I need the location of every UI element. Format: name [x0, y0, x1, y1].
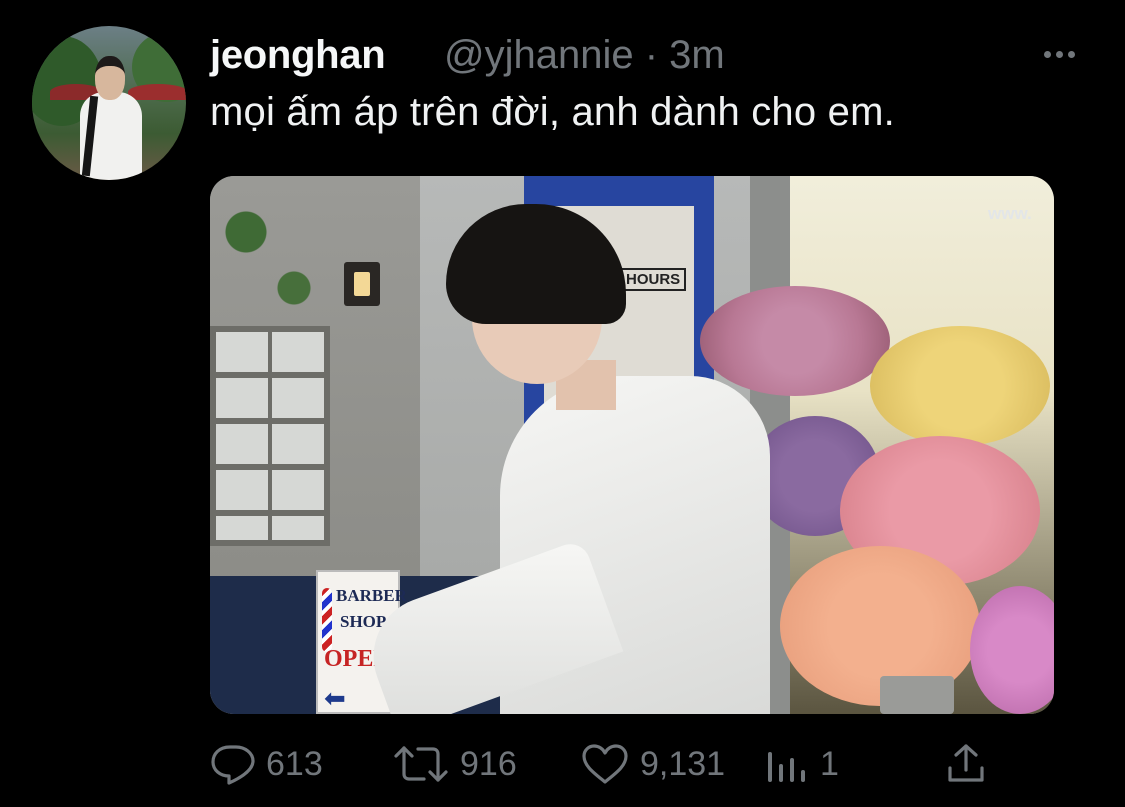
share-button[interactable] — [944, 742, 988, 786]
photo-window — [210, 326, 330, 546]
more-horizontal-icon — [1067, 50, 1075, 58]
photo-hours-sign: HOURS — [620, 268, 687, 291]
retweet-count: 916 — [460, 744, 517, 783]
views-button[interactable]: 1 — [764, 742, 839, 786]
flower-bunch — [970, 586, 1054, 714]
tweet-photo[interactable]: HOURS www. BARBER SHOP OPEN ⬅ — [210, 176, 1054, 714]
heart-icon — [582, 744, 628, 784]
handle-and-time[interactable]: @yjhannie · 3m — [444, 33, 725, 78]
flower-bunch — [870, 326, 1050, 446]
avatar-umbrella — [128, 84, 186, 100]
retweet-button[interactable]: 916 — [392, 742, 517, 786]
share-icon — [948, 744, 984, 782]
retweet-icon — [394, 746, 448, 782]
avatar-person-head — [95, 56, 125, 100]
flower-bunch — [700, 286, 890, 396]
photo-wall-text: www. — [988, 204, 1032, 223]
sign-text: BARBER — [336, 586, 407, 605]
arrow-left-icon: ⬅ — [324, 684, 346, 713]
views-chart-icon — [768, 752, 805, 782]
photo-wall-lamp — [344, 262, 380, 306]
views-count: 1 — [820, 744, 839, 783]
reply-count: 613 — [266, 744, 323, 783]
more-horizontal-icon — [1043, 50, 1051, 58]
like-count: 9,131 — [640, 744, 726, 783]
barber-pole-icon — [322, 588, 332, 652]
display-name[interactable]: jeonghan — [210, 33, 386, 78]
more-horizontal-icon — [1055, 50, 1063, 58]
tweet-actions: 613 916 9,131 1 — [210, 742, 1010, 792]
flower-pot — [880, 676, 954, 714]
more-options-button[interactable] — [1039, 42, 1079, 66]
avatar[interactable] — [32, 26, 186, 180]
tweet-text: mọi ấm áp trên đời, anh dành cho em. — [210, 90, 895, 134]
reply-icon — [211, 745, 255, 785]
like-button[interactable]: 9,131 — [580, 742, 725, 786]
reply-button[interactable]: 613 — [210, 742, 323, 786]
